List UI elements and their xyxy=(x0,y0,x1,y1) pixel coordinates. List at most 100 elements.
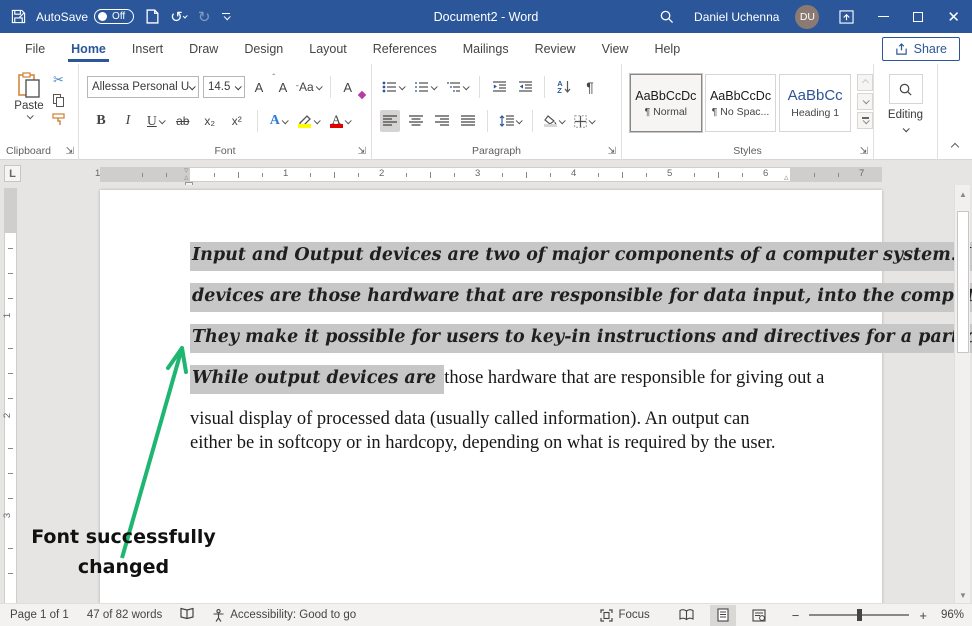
doc-normal-paragraph[interactable]: visual display of processed data (usuall… xyxy=(190,408,790,455)
tab-layout[interactable]: Layout xyxy=(296,35,360,62)
change-case-button[interactable]: Aa xyxy=(297,76,323,98)
word-count[interactable]: 47 of 82 words xyxy=(87,609,162,621)
proofing-button[interactable] xyxy=(180,607,194,623)
styles-scroll-up-button[interactable] xyxy=(857,74,873,91)
font-dialog-launcher[interactable]: ⇲ xyxy=(358,146,366,157)
show-hide-marks-button[interactable]: ¶ xyxy=(580,76,600,98)
vertical-scrollbar[interactable]: ▲ ▼ xyxy=(954,185,970,604)
tab-file[interactable]: File xyxy=(12,35,58,62)
style-normal[interactable]: AaBbCcDc ¶ Normal xyxy=(630,74,702,132)
redo-button[interactable]: ↻ xyxy=(196,9,212,25)
zoom-level[interactable]: 96% xyxy=(941,609,964,621)
paragraph-dialog-launcher[interactable]: ⇲ xyxy=(608,146,616,157)
align-right-button[interactable] xyxy=(432,110,452,132)
tab-review[interactable]: Review xyxy=(522,35,589,62)
undo-button[interactable]: ↺ xyxy=(170,9,186,25)
style-heading1[interactable]: AaBbCc Heading 1 xyxy=(779,74,851,132)
tab-insert[interactable]: Insert xyxy=(119,35,176,62)
tab-mailings[interactable]: Mailings xyxy=(450,35,522,62)
collapse-ribbon-button[interactable] xyxy=(952,139,958,153)
doc-script-line-1[interactable]: Input and Output devices are two of majo… xyxy=(190,245,972,265)
numbered-list-icon xyxy=(414,81,429,93)
tab-view[interactable]: View xyxy=(589,35,642,62)
multilevel-list-button[interactable] xyxy=(444,76,470,98)
increase-indent-button[interactable] xyxy=(515,76,535,98)
superscript-button[interactable]: x² xyxy=(227,110,247,132)
autosave-toggle[interactable]: AutoSave Off xyxy=(36,9,134,24)
read-mode-button[interactable] xyxy=(674,605,700,626)
print-layout-button[interactable] xyxy=(710,605,736,626)
bold-button[interactable]: B xyxy=(91,110,111,132)
editing-button[interactable]: Editing xyxy=(874,74,937,135)
line-spacing-button[interactable] xyxy=(497,110,523,132)
tab-references[interactable]: References xyxy=(360,35,450,62)
tab-home[interactable]: Home xyxy=(58,35,119,62)
zoom-slider-thumb[interactable] xyxy=(857,609,862,621)
horizontal-ruler[interactable]: 1 1 2 3 4 5 6 7 ▿ ▵ ▵ xyxy=(100,167,882,182)
minimize-button[interactable] xyxy=(866,0,901,33)
search-button[interactable] xyxy=(647,0,686,33)
web-layout-button[interactable] xyxy=(746,605,772,626)
tab-stop-selector[interactable]: L xyxy=(4,165,21,182)
align-right-icon xyxy=(435,115,449,127)
save-icon[interactable] xyxy=(10,9,26,25)
style-no-spacing[interactable]: AaBbCcDc ¶ No Spac... xyxy=(705,74,777,132)
user-name[interactable]: Daniel Uchenna xyxy=(686,0,787,33)
page-count[interactable]: Page 1 of 1 xyxy=(10,609,69,621)
copy-button[interactable] xyxy=(53,94,65,107)
new-document-icon[interactable] xyxy=(144,9,160,25)
font-size-combobox[interactable]: 14.5 xyxy=(203,76,245,98)
close-button[interactable]: ✕ xyxy=(935,0,972,33)
format-painter-button[interactable] xyxy=(52,113,65,129)
decrease-indent-button[interactable] xyxy=(489,76,509,98)
sort-button[interactable]: AZ xyxy=(554,76,574,98)
styles-more-button[interactable] xyxy=(857,112,873,129)
italic-button[interactable]: I xyxy=(118,110,138,132)
doc-script-line-3[interactable]: They make it possible for users to key-i… xyxy=(190,327,972,347)
text-highlight-button[interactable] xyxy=(296,110,321,132)
scrollbar-thumb[interactable] xyxy=(957,211,969,353)
clipboard-dialog-launcher[interactable]: ⇲ xyxy=(66,146,74,157)
accessibility-status[interactable]: Accessibility: Good to go xyxy=(212,609,356,622)
web-layout-icon xyxy=(752,609,766,622)
tab-design[interactable]: Design xyxy=(231,35,296,62)
customize-toolbar-button[interactable] xyxy=(222,13,230,20)
align-center-button[interactable] xyxy=(406,110,426,132)
shrink-font-button[interactable]: Aˆ xyxy=(273,76,293,98)
share-button[interactable]: Share xyxy=(882,37,960,61)
grow-font-button[interactable]: Aˆ xyxy=(249,76,269,98)
line-spacing-icon xyxy=(499,115,514,127)
shading-button[interactable] xyxy=(542,110,566,132)
focus-button[interactable]: Focus xyxy=(600,609,649,622)
paste-button[interactable]: Paste xyxy=(8,72,50,146)
right-indent-marker[interactable]: ▵ xyxy=(784,173,789,181)
tab-help[interactable]: Help xyxy=(641,35,693,62)
scroll-up-icon[interactable]: ▲ xyxy=(956,187,970,201)
align-left-button[interactable] xyxy=(380,110,400,132)
zoom-in-button[interactable]: + xyxy=(919,608,927,623)
clear-formatting-button[interactable]: A xyxy=(338,76,358,98)
styles-scroll-down-button[interactable] xyxy=(857,93,873,110)
cut-button[interactable]: ✂ xyxy=(53,72,64,88)
justify-button[interactable] xyxy=(458,110,478,132)
font-color-button[interactable]: A xyxy=(328,110,352,132)
text-effects-button[interactable]: A xyxy=(268,110,289,132)
hanging-indent-marker[interactable]: ▵ xyxy=(184,173,189,181)
numbering-button[interactable] xyxy=(412,76,438,98)
styles-dialog-launcher[interactable]: ⇲ xyxy=(860,146,868,157)
maximize-button[interactable] xyxy=(901,0,935,33)
tab-draw[interactable]: Draw xyxy=(176,35,231,62)
zoom-slider[interactable] xyxy=(809,614,909,616)
subscript-button[interactable]: x₂ xyxy=(200,110,220,132)
ribbon-display-options-button[interactable] xyxy=(827,0,866,33)
avatar[interactable]: DU xyxy=(787,0,827,33)
borders-button[interactable] xyxy=(572,110,596,132)
font-name-combobox[interactable]: Allessa Personal U xyxy=(87,76,199,98)
bullets-button[interactable] xyxy=(380,76,406,98)
doc-mixed-line[interactable]: While output devices are those hardware … xyxy=(190,368,824,389)
doc-script-line-2[interactable]: devices are those hardware that are resp… xyxy=(190,286,972,306)
underline-button[interactable]: U xyxy=(145,110,166,132)
strikethrough-button[interactable]: ab xyxy=(173,110,193,132)
zoom-out-button[interactable]: − xyxy=(792,608,800,623)
scroll-down-icon[interactable]: ▼ xyxy=(956,588,970,602)
